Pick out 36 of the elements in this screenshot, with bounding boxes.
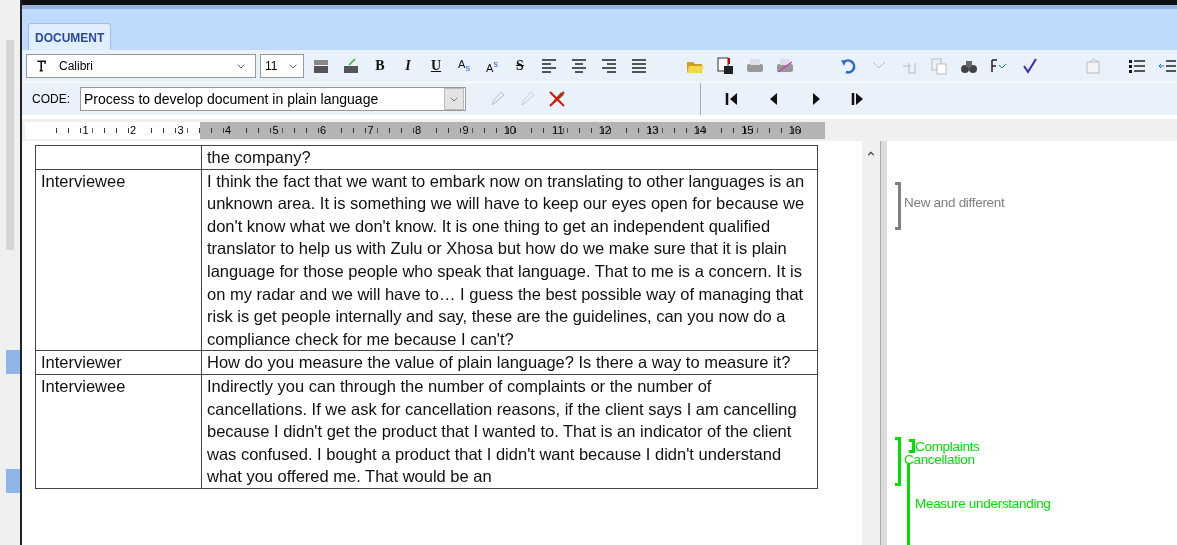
document-tab[interactable]: DOCUMENT bbox=[28, 23, 112, 50]
format-button[interactable]: U bbox=[424, 58, 448, 74]
ruler-number: 3 bbox=[177, 124, 184, 136]
ruler-number: 5 bbox=[272, 124, 279, 136]
code-combo[interactable]: Process to develop document in plain language bbox=[80, 87, 466, 111]
ruler-number: 9 bbox=[462, 124, 469, 136]
ruler-number: 8 bbox=[414, 124, 421, 136]
code-label[interactable]: New and different bbox=[904, 195, 1005, 210]
speaker-cell: Interviewee bbox=[41, 376, 126, 395]
speaker-cell: Interviewer bbox=[41, 353, 122, 372]
transcript-cell: How do you measure the value of plain language? Is there a way to measure it? bbox=[207, 353, 791, 372]
ruler-number: 2 bbox=[129, 124, 136, 136]
code-label: CODE: bbox=[32, 92, 70, 106]
ruler-number: 11 bbox=[552, 124, 564, 136]
speaker-cell: Interviewee bbox=[41, 171, 126, 190]
ruler-number: 4 bbox=[224, 124, 231, 136]
ruler-number: 10 bbox=[503, 124, 516, 136]
format-button[interactable]: A$_{s}$ bbox=[452, 58, 476, 74]
format-button[interactable]: B bbox=[368, 58, 392, 74]
format-button[interactable]: I bbox=[396, 58, 420, 74]
transcript-cell: I think the fact that we want to embark now on translating to other languages is an unknown area. It is something we will have to keep our eyes open for because we don't know what we don't know. It is one thing to get an independent qualified translator to help us with Zulu or Xhosa but how do we make sure that it is plain language for those people who speak that language. That to me is a concern. It is on my radar and we will have to… I guess the best possible way of managing that risk is get people internally and say, these are the guidelines, can you now do a compliance check for me because I can't? bbox=[207, 171, 805, 348]
ruler-number: 16 bbox=[788, 124, 801, 136]
ruler-number: 13 bbox=[646, 124, 659, 136]
format-button[interactable]: A$^{s}$ bbox=[480, 58, 504, 74]
ruler-number: 12 bbox=[598, 124, 611, 136]
format-button[interactable]: S bbox=[508, 58, 532, 74]
ruler-number: 14 bbox=[693, 124, 706, 136]
ruler-number: 7 bbox=[367, 124, 374, 136]
ruler[interactable]: 1 2 3 4 5 6 7 8 9 10 11 12 13 14 15 16 bbox=[25, 121, 825, 139]
transcript-cell: Indirectly you can through the number of complaints or the number of cancellations. If we ask for cancellation reasons, if the client says I am cancelling because I didn't get the product that I wanted to. That is an indicator of the client was confused. I bought a product that I didn't want because I didn't understand what you offered me. That would be an bbox=[207, 376, 797, 486]
ruler-number: 1 bbox=[82, 124, 89, 136]
size-combo[interactable]: 11 bbox=[260, 54, 304, 78]
ruler-number: 6 bbox=[319, 124, 326, 136]
transcript-cell: the company? bbox=[207, 148, 311, 166]
ruler-number: 15 bbox=[741, 124, 754, 136]
font-combo[interactable]: Calibri bbox=[26, 54, 256, 78]
